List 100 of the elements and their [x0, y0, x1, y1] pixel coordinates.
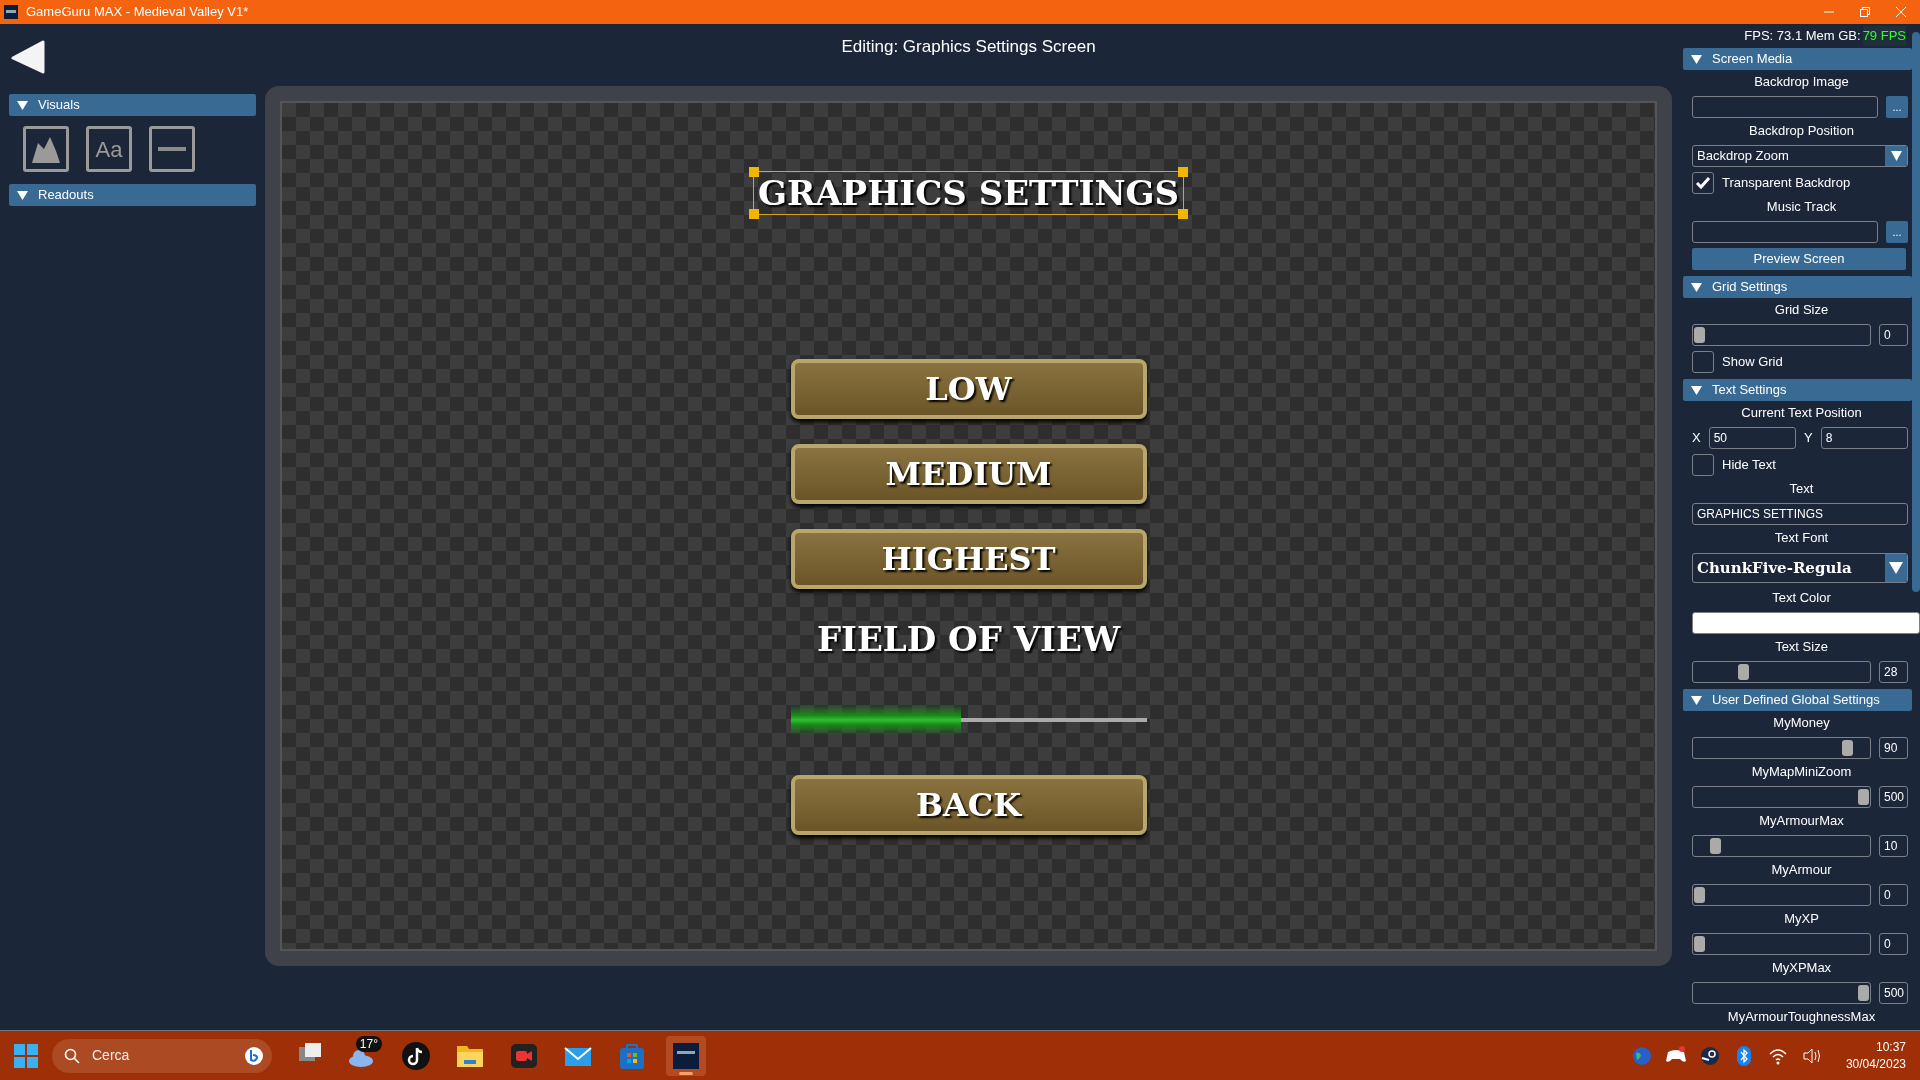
- slider-track[interactable]: [1692, 932, 1871, 955]
- value-field[interactable]: 500: [1879, 785, 1908, 808]
- preview-screen-button[interactable]: Preview Screen: [1692, 247, 1906, 270]
- file-path-field[interactable]: [1692, 220, 1878, 243]
- section-title: Screen Media: [1712, 50, 1793, 69]
- slider-thumb[interactable]: [1858, 788, 1869, 805]
- checkbox[interactable]: [1692, 350, 1714, 373]
- field-label: MyArmour: [1770, 861, 1833, 879]
- dropdown[interactable]: Backdrop Zoom: [1692, 144, 1908, 167]
- text-field[interactable]: GRAPHICS SETTINGS: [1692, 502, 1908, 525]
- section-header[interactable]: Screen Media: [1683, 48, 1912, 70]
- back-arrow-icon[interactable]: [11, 40, 45, 74]
- option-label: FIELD OF VIEW: [816, 618, 1121, 661]
- value-field[interactable]: 10: [1879, 834, 1908, 857]
- color-swatch[interactable]: [1692, 611, 1920, 634]
- collapse-triangle-icon[interactable]: [17, 99, 28, 111]
- x-field[interactable]: 50: [1708, 426, 1796, 449]
- checkbox-label: Transparent Backdrop: [1722, 173, 1851, 192]
- resize-handle[interactable]: [1178, 209, 1189, 219]
- field-label: Backdrop Image: [1753, 73, 1850, 91]
- window-title: GameGuru MAX - Medieval Valley V1*: [26, 3, 249, 22]
- field-label: MyMoney: [1772, 714, 1831, 732]
- slider-track[interactable]: [1692, 323, 1871, 346]
- font-dropdown[interactable]: ChunkFive-Regula: [1692, 553, 1908, 583]
- collapse-triangle-icon[interactable]: [1691, 384, 1702, 396]
- slider-thumb[interactable]: [1694, 886, 1705, 903]
- section-title: Visuals: [38, 96, 80, 115]
- taskbar-app[interactable]: 17°: [342, 1035, 382, 1076]
- fps-counter: 79 FPS: [1862, 26, 1906, 46]
- slider-track[interactable]: [1692, 834, 1871, 857]
- browse-button[interactable]: ...: [1886, 220, 1908, 243]
- field-label: Current Text Position: [1740, 404, 1863, 422]
- start-icon[interactable]: [14, 1043, 38, 1068]
- field-label: MyXP: [1783, 910, 1820, 928]
- slider-track[interactable]: [1692, 883, 1871, 906]
- y-field[interactable]: 8: [1820, 426, 1908, 449]
- scrollbar[interactable]: [1912, 32, 1920, 592]
- section-header[interactable]: Readouts: [9, 184, 256, 206]
- value-field[interactable]: 0: [1879, 932, 1908, 955]
- field-label: MyArmourMax: [1758, 812, 1845, 830]
- checkbox[interactable]: [1692, 453, 1714, 476]
- slider-track[interactable]: [1692, 660, 1871, 683]
- slider-track[interactable]: [1692, 981, 1871, 1004]
- resize-handle[interactable]: [748, 209, 759, 219]
- wooden-button[interactable]: MEDIUM: [790, 444, 1147, 504]
- text-tool-icon[interactable]: Aa: [86, 126, 132, 172]
- taskbar-app[interactable]: [666, 1035, 706, 1076]
- restore-icon[interactable]: [1860, 7, 1870, 17]
- collapse-triangle-icon[interactable]: [17, 189, 28, 201]
- checkbox-label: Hide Text: [1722, 455, 1776, 474]
- slider-track[interactable]: [1692, 785, 1871, 808]
- line-tool-icon[interactable]: [149, 126, 195, 172]
- coordinate-label: Y: [1804, 428, 1813, 447]
- value-field[interactable]: 0: [1879, 323, 1908, 346]
- field-label: Text Font: [1773, 529, 1830, 547]
- field-label: Music Track: [1765, 198, 1838, 216]
- slider-thumb[interactable]: [1710, 837, 1722, 854]
- section-header[interactable]: Text Settings: [1683, 379, 1912, 401]
- wooden-button[interactable]: BACK: [790, 775, 1147, 835]
- globe-icon[interactable]: [1631, 1045, 1652, 1066]
- clock-time: 10:37: [1874, 1038, 1906, 1056]
- value-field[interactable]: 500: [1879, 981, 1908, 1004]
- fov-slider[interactable]: [790, 705, 1147, 735]
- slider-thumb[interactable]: [1858, 984, 1869, 1001]
- value-field[interactable]: 0: [1879, 883, 1908, 906]
- section-header[interactable]: Visuals: [9, 94, 256, 116]
- search-icon: [64, 1047, 80, 1064]
- temperature-badge: 17°: [355, 1035, 382, 1052]
- search-input[interactable]: Cerca: [90, 1044, 234, 1067]
- slider-track[interactable]: [1692, 736, 1871, 759]
- slider-thumb[interactable]: [1694, 935, 1705, 952]
- value-field[interactable]: 28: [1879, 660, 1908, 683]
- music-note-icon: [401, 1040, 431, 1071]
- resize-handle[interactable]: [748, 167, 759, 177]
- search-field[interactable]: Cerca: [52, 1038, 272, 1073]
- browse-button[interactable]: ...: [1886, 95, 1908, 118]
- clock-date: 30/04/2023: [1845, 1055, 1906, 1073]
- collapse-triangle-icon[interactable]: [1691, 694, 1702, 706]
- collapse-triangle-icon[interactable]: [1691, 281, 1702, 293]
- collapse-triangle-icon[interactable]: [1691, 53, 1702, 65]
- slider-thumb[interactable]: [1694, 326, 1705, 343]
- editor-title: Editing: Graphics Settings Screen: [840, 36, 1097, 58]
- checkbox[interactable]: [1692, 171, 1714, 194]
- file-path-field[interactable]: [1692, 95, 1878, 118]
- section-header[interactable]: Grid Settings: [1683, 276, 1912, 298]
- dropdown-arrow-icon: [1890, 150, 1902, 161]
- slider-thumb[interactable]: [1841, 739, 1853, 756]
- section-header[interactable]: User Defined Global Settings: [1683, 689, 1912, 711]
- field-label: MyArmourToughnessMax: [1726, 1008, 1877, 1026]
- slider-thumb[interactable]: [1738, 663, 1750, 680]
- section-title: Readouts: [38, 186, 94, 205]
- image-tool-icon[interactable]: [23, 126, 69, 172]
- close-icon[interactable]: [1896, 7, 1906, 17]
- value-field[interactable]: 90: [1879, 736, 1908, 759]
- resize-handle[interactable]: [1178, 167, 1189, 177]
- section-title: Text Settings: [1712, 381, 1787, 400]
- wooden-button[interactable]: LOW: [790, 359, 1147, 419]
- field-label: Backdrop Position: [1748, 122, 1855, 140]
- wooden-button[interactable]: HIGHEST: [790, 529, 1147, 589]
- field-label: Text Size: [1774, 638, 1829, 656]
